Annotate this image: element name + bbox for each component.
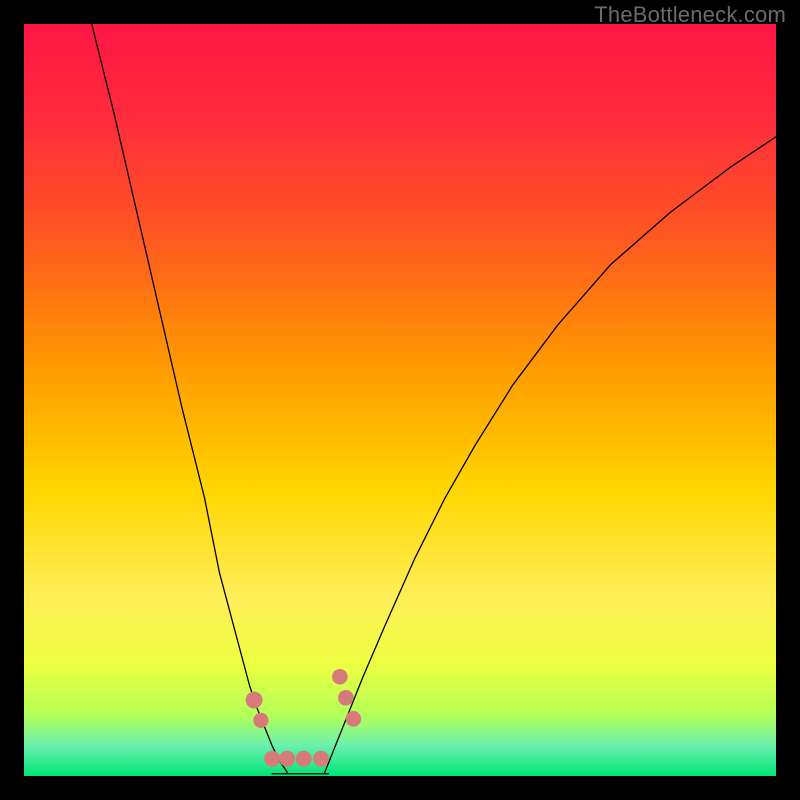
marker-left-marker-upper — [246, 692, 263, 709]
watermark-label: TheBottleneck.com — [594, 2, 786, 28]
plot-area — [24, 24, 776, 776]
marker-left-marker-lower — [253, 713, 268, 728]
marker-bottom-lozenge-mid2 — [296, 751, 312, 767]
chart-frame: TheBottleneck.com — [0, 0, 800, 800]
marker-right-marker-upper — [338, 690, 354, 706]
plot-svg — [24, 24, 776, 776]
marker-bottom-lozenge-right — [313, 751, 329, 767]
marker-right-marker-top — [332, 669, 348, 685]
gradient-background — [24, 24, 776, 776]
marker-right-marker-lower — [346, 711, 362, 727]
marker-bottom-lozenge-left — [264, 751, 280, 767]
marker-bottom-lozenge-mid1 — [279, 751, 295, 767]
